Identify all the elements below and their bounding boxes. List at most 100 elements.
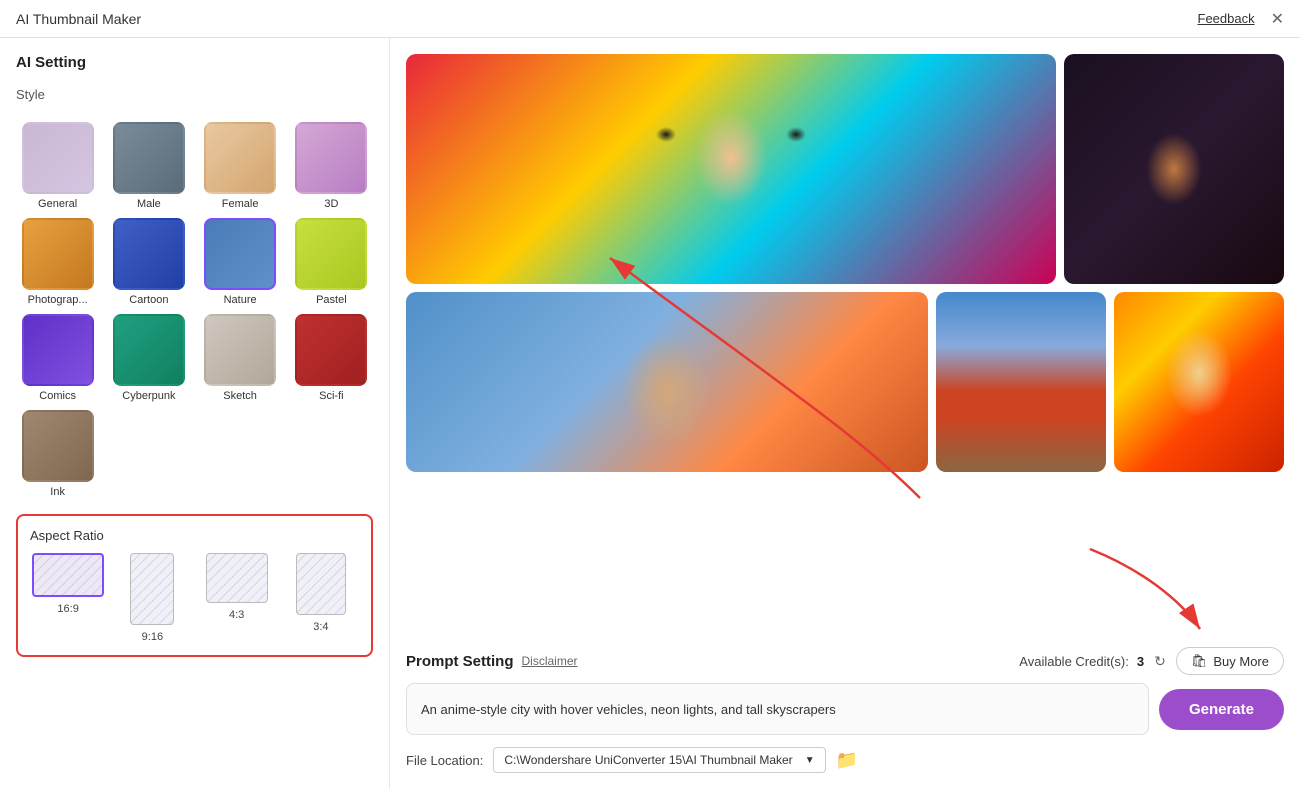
app-title: AI Thumbnail Maker bbox=[16, 11, 141, 27]
style-label-sketch: Sketch bbox=[223, 390, 257, 402]
style-item-cartoon[interactable]: Cartoon bbox=[107, 218, 190, 306]
aspect-ratio-label: Aspect Ratio bbox=[30, 528, 359, 543]
credits-count: 3 bbox=[1137, 654, 1144, 669]
right-panel: Prompt Setting Disclaimer Available Cred… bbox=[390, 38, 1300, 789]
style-item-nature[interactable]: Nature bbox=[199, 218, 282, 306]
style-item-3d[interactable]: 3D bbox=[290, 122, 373, 210]
aspect-label-4-3: 4:3 bbox=[229, 609, 244, 621]
prompt-input-box[interactable]: An anime-style city with hover vehicles,… bbox=[406, 683, 1149, 735]
preview-bottom-left bbox=[406, 292, 928, 472]
style-grid: General Male Female 3D Photograp... bbox=[16, 122, 373, 498]
preview-car bbox=[936, 292, 1106, 472]
style-item-sketch[interactable]: Sketch bbox=[199, 314, 282, 402]
file-location-label: File Location: bbox=[406, 753, 483, 768]
style-thumb-ink bbox=[22, 410, 94, 482]
style-item-female[interactable]: Female bbox=[199, 122, 282, 210]
style-item-photography[interactable]: Photograp... bbox=[16, 218, 99, 306]
folder-icon: 📁 bbox=[836, 750, 858, 770]
style-item-comics[interactable]: Comics bbox=[16, 314, 99, 402]
style-thumb-male bbox=[113, 122, 185, 194]
style-item-general[interactable]: General bbox=[16, 122, 99, 210]
aspect-item-16-9[interactable]: 16:9 bbox=[30, 553, 106, 643]
generate-button[interactable]: Generate bbox=[1159, 689, 1284, 730]
aspect-label-3-4: 3:4 bbox=[313, 621, 328, 633]
style-label-cyberpunk: Cyberpunk bbox=[122, 390, 175, 402]
style-section-label: Style bbox=[16, 87, 373, 102]
style-label-female: Female bbox=[222, 198, 259, 210]
preview-anime bbox=[1114, 292, 1284, 472]
style-label-male: Male bbox=[137, 198, 161, 210]
file-location-row: File Location: C:\Wondershare UniConvert… bbox=[406, 747, 1284, 773]
aspect-item-9-16[interactable]: 9:16 bbox=[114, 553, 190, 643]
preview-bottom-right bbox=[1114, 292, 1284, 472]
preview-top-right bbox=[1064, 54, 1284, 284]
disclaimer-link[interactable]: Disclaimer bbox=[522, 654, 578, 668]
style-item-cyberpunk[interactable]: Cyberpunk bbox=[107, 314, 190, 402]
style-item-ink[interactable]: Ink bbox=[16, 410, 99, 498]
panel-title: AI Setting bbox=[16, 54, 373, 71]
style-label-3d: 3D bbox=[324, 198, 338, 210]
close-button[interactable]: ✕ bbox=[1271, 9, 1284, 29]
style-label-pastel: Pastel bbox=[316, 294, 347, 306]
buy-more-icon: 🛍 bbox=[1191, 653, 1208, 669]
app-window: AI Thumbnail Maker Feedback ✕ AI Setting… bbox=[0, 0, 1300, 789]
aspect-diagonal-3-4 bbox=[297, 554, 345, 614]
preview-bottom-row bbox=[406, 292, 1284, 472]
style-thumb-female bbox=[204, 122, 276, 194]
style-label-ink: Ink bbox=[50, 486, 65, 498]
aspect-box-9-16 bbox=[130, 553, 174, 625]
style-label-comics: Comics bbox=[39, 390, 76, 402]
aspect-box-4-3 bbox=[206, 553, 268, 603]
aspect-ratio-grid: 16:9 9:16 4:3 bbox=[30, 553, 359, 643]
style-label-general: General bbox=[38, 198, 77, 210]
left-panel: AI Setting Style General Male Female bbox=[0, 38, 390, 789]
prompt-header: Prompt Setting Disclaimer Available Cred… bbox=[406, 647, 1284, 675]
preview-face-3 bbox=[406, 292, 928, 472]
prompt-text: An anime-style city with hover vehicles,… bbox=[421, 702, 836, 717]
buy-more-label: Buy More bbox=[1213, 654, 1269, 669]
style-thumb-cyberpunk bbox=[113, 314, 185, 386]
preview-grid bbox=[406, 54, 1284, 635]
aspect-diagonal-9-16 bbox=[131, 554, 173, 624]
style-thumb-sketch bbox=[204, 314, 276, 386]
aspect-label-9-16: 9:16 bbox=[142, 631, 163, 643]
style-item-scifi[interactable]: Sci-fi bbox=[290, 314, 373, 402]
preview-bottom-mid bbox=[936, 292, 1106, 472]
style-label-scifi: Sci-fi bbox=[319, 390, 343, 402]
style-thumb-cartoon bbox=[113, 218, 185, 290]
file-path-select[interactable]: C:\Wondershare UniConverter 15\AI Thumbn… bbox=[493, 747, 825, 773]
aspect-item-3-4[interactable]: 3:4 bbox=[283, 553, 359, 643]
title-bar: AI Thumbnail Maker Feedback ✕ bbox=[0, 0, 1300, 38]
folder-open-button[interactable]: 📁 bbox=[836, 750, 858, 771]
dropdown-arrow-icon: ▼ bbox=[805, 755, 815, 766]
prompt-title: Prompt Setting bbox=[406, 653, 514, 670]
feedback-link[interactable]: Feedback bbox=[1198, 11, 1255, 26]
style-thumb-3d bbox=[295, 122, 367, 194]
aspect-label-16-9: 16:9 bbox=[57, 603, 78, 615]
style-thumb-pastel bbox=[295, 218, 367, 290]
aspect-ratio-section: Aspect Ratio 16:9 9:16 bbox=[16, 514, 373, 657]
prompt-title-group: Prompt Setting Disclaimer bbox=[406, 653, 578, 670]
title-bar-actions: Feedback ✕ bbox=[1198, 9, 1285, 29]
aspect-item-4-3[interactable]: 4:3 bbox=[199, 553, 275, 643]
credits-area: Available Credit(s): 3 ↻ 🛍 Buy More bbox=[1019, 647, 1284, 675]
refresh-credits-button[interactable]: ↻ bbox=[1152, 651, 1168, 672]
style-label-nature: Nature bbox=[224, 294, 257, 306]
style-item-male[interactable]: Male bbox=[107, 122, 190, 210]
buy-more-button[interactable]: 🛍 Buy More bbox=[1176, 647, 1284, 675]
style-label-cartoon: Cartoon bbox=[129, 294, 168, 306]
preview-main bbox=[406, 54, 1056, 284]
aspect-box-3-4 bbox=[296, 553, 346, 615]
aspect-box-16-9 bbox=[32, 553, 104, 597]
prompt-section: Prompt Setting Disclaimer Available Cred… bbox=[406, 647, 1284, 735]
style-thumb-general bbox=[22, 122, 94, 194]
preview-face-2 bbox=[1064, 54, 1284, 284]
style-label-photography: Photograp... bbox=[28, 294, 88, 306]
prompt-input-row: An anime-style city with hover vehicles,… bbox=[406, 683, 1284, 735]
main-content: AI Setting Style General Male Female bbox=[0, 38, 1300, 789]
style-item-pastel[interactable]: Pastel bbox=[290, 218, 373, 306]
style-thumb-scifi bbox=[295, 314, 367, 386]
aspect-diagonal-4-3 bbox=[207, 554, 267, 602]
aspect-diagonal-16-9 bbox=[34, 555, 102, 595]
preview-face-1 bbox=[406, 54, 1056, 284]
